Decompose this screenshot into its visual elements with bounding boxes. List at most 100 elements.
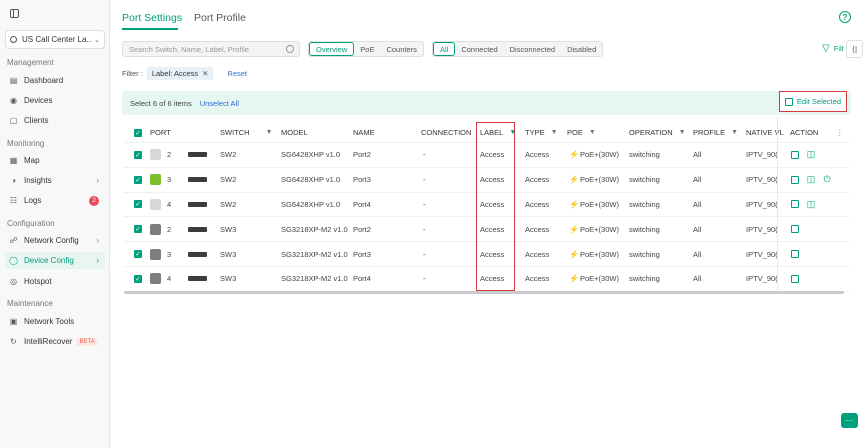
port-name: Port4 xyxy=(353,274,371,284)
status-disabled-button[interactable]: Disabled xyxy=(561,42,602,56)
poe-value: PoE+(30W) xyxy=(579,274,619,284)
connection: - xyxy=(423,249,426,259)
unselect-all-link[interactable]: Unselect All xyxy=(200,99,239,108)
port-status-icon xyxy=(150,198,161,210)
logs-icon: ☷ xyxy=(9,196,18,205)
switch-name: SW2 xyxy=(220,175,237,185)
power-icon[interactable]: ⏻ xyxy=(822,174,832,185)
location-pin-icon xyxy=(10,36,17,43)
collapse-panel-icon[interactable]: ⟨| xyxy=(846,40,863,58)
switch-name: SW3 xyxy=(220,249,237,259)
edit-icon[interactable] xyxy=(790,199,800,209)
row-checkbox[interactable]: ✓ xyxy=(134,225,142,234)
port-type: Access xyxy=(525,249,550,259)
native-vlan: IPTV_90( xyxy=(746,249,778,259)
column-menu-icon[interactable]: ⋮ xyxy=(836,123,844,142)
switch-name: SW3 xyxy=(220,274,237,284)
edit-icon xyxy=(784,97,793,106)
poe-value: PoE+(30W) xyxy=(579,224,619,234)
filter-icon[interactable]: ▼ xyxy=(679,129,686,136)
switch-device-icon xyxy=(188,201,207,207)
sidebar-item-network-config[interactable]: ☍ Network Config › xyxy=(5,232,105,249)
port-status-icon xyxy=(150,273,161,285)
filter-icon[interactable]: ▼ xyxy=(589,129,596,136)
col-profile[interactable]: PROFILE ▼ xyxy=(693,123,738,142)
logs-count-badge: 2 xyxy=(89,195,99,206)
help-icon[interactable]: ? xyxy=(839,11,851,23)
view-overview-button[interactable]: Overview xyxy=(309,42,355,56)
search-icon xyxy=(286,45,294,53)
view-counters-button[interactable]: Counters xyxy=(380,42,422,56)
reset-filters-link[interactable]: Reset xyxy=(227,69,247,78)
sidebar-item-logs[interactable]: ☷ Logs 2 xyxy=(5,192,105,209)
sidebar-item-device-config[interactable]: ◯ Device Config › xyxy=(5,252,105,269)
filter-icon[interactable]: ▼ xyxy=(731,129,738,136)
search-input[interactable]: Search Switch, Name, Label, Profile xyxy=(122,41,300,57)
sidebar-item-clients[interactable]: ▢ Clients xyxy=(5,112,105,129)
basket-icon[interactable]: ◫ xyxy=(806,149,816,160)
main-content: Port Settings Port Profile ? Search Swit… xyxy=(110,0,865,448)
sidebar-item-map[interactable]: ▦ Map xyxy=(5,152,105,169)
filter-button[interactable]: ▽ Filt xyxy=(822,43,844,54)
col-switch[interactable]: SWITCH ▼ xyxy=(220,123,273,142)
col-native-vlan: NATIVE VL xyxy=(746,128,784,137)
lightning-icon: ⚡ xyxy=(569,249,579,259)
view-poe-button[interactable]: PoE xyxy=(354,42,380,56)
operation: switching xyxy=(629,150,660,160)
chat-support-icon[interactable]: ⋯ xyxy=(841,413,858,428)
col-type[interactable]: TYPE ▼ xyxy=(525,123,558,142)
model: SG6428XHP v1.0 xyxy=(281,175,341,185)
row-actions: ◫ ⏻ xyxy=(790,168,838,192)
col-action: ACTION xyxy=(790,128,819,137)
row-checkbox[interactable]: ✓ xyxy=(134,200,142,209)
col-poe[interactable]: POE ▼ xyxy=(567,123,596,142)
tab-port-settings[interactable]: Port Settings xyxy=(122,12,182,24)
remove-filter-icon[interactable]: ✕ xyxy=(202,69,208,78)
status-connected-button[interactable]: Connected xyxy=(455,42,503,56)
port-type: Access xyxy=(525,175,550,185)
edit-icon[interactable] xyxy=(790,175,800,185)
status-disconnected-button[interactable]: Disconnected xyxy=(504,42,561,56)
clients-icon: ▢ xyxy=(9,116,18,125)
row-checkbox[interactable]: ✓ xyxy=(134,250,142,259)
site-selector[interactable]: US Call Center La... ⌄ xyxy=(5,30,105,49)
lightning-icon: ⚡ xyxy=(569,150,579,160)
sidebar-item-insights[interactable]: ◑ Insights › xyxy=(5,172,105,189)
edit-icon[interactable] xyxy=(790,249,800,259)
port-number: 2 xyxy=(167,150,172,160)
devices-icon: ◉ xyxy=(10,96,17,105)
basket-icon[interactable]: ◫ xyxy=(806,174,816,185)
switch-name: SW2 xyxy=(220,150,237,160)
edit-selected-button[interactable]: Edit Selected xyxy=(779,91,847,112)
horizontal-scrollbar[interactable] xyxy=(124,291,844,294)
hotspot-icon: ◎ xyxy=(10,277,17,286)
edit-icon[interactable] xyxy=(790,150,800,160)
tab-port-profile[interactable]: Port Profile xyxy=(194,12,246,24)
beta-badge: BETA xyxy=(76,337,98,346)
basket-icon[interactable]: ◫ xyxy=(806,199,816,209)
sidebar-toggle-icon[interactable] xyxy=(10,9,19,18)
recover-icon: ↻ xyxy=(10,337,17,346)
edit-icon[interactable] xyxy=(790,224,800,234)
device-config-icon: ◯ xyxy=(9,256,18,265)
col-operation[interactable]: OPERATION ▼ xyxy=(629,123,686,142)
sidebar-item-intellirecover[interactable]: ↻ IntelliRecover BETA xyxy=(5,333,105,350)
label-column-highlight xyxy=(476,122,515,291)
filter-icon[interactable]: ▼ xyxy=(551,129,558,136)
filter-icon[interactable]: ▼ xyxy=(266,129,273,136)
filter-label: Filter : xyxy=(122,69,143,78)
sidebar-item-dashboard[interactable]: ▤ Dashboard xyxy=(5,72,105,89)
edit-icon[interactable] xyxy=(790,274,800,284)
sidebar-item-hotspot[interactable]: ◎ Hotspot xyxy=(5,273,105,290)
status-all-button[interactable]: All xyxy=(433,42,456,56)
section-maintenance: Maintenance xyxy=(7,299,53,308)
native-vlan: IPTV_90( xyxy=(746,224,778,234)
port-number: 3 xyxy=(167,249,172,259)
sidebar-item-devices[interactable]: ◉ Devices xyxy=(5,92,105,109)
row-checkbox[interactable]: ✓ xyxy=(134,175,142,184)
select-all-checkbox[interactable]: ✓ xyxy=(134,128,142,137)
filter-icon: ▽ xyxy=(822,43,830,54)
row-checkbox[interactable]: ✓ xyxy=(134,150,142,159)
sidebar-item-network-tools[interactable]: ▣ Network Tools xyxy=(5,313,105,330)
row-checkbox[interactable]: ✓ xyxy=(134,274,142,283)
